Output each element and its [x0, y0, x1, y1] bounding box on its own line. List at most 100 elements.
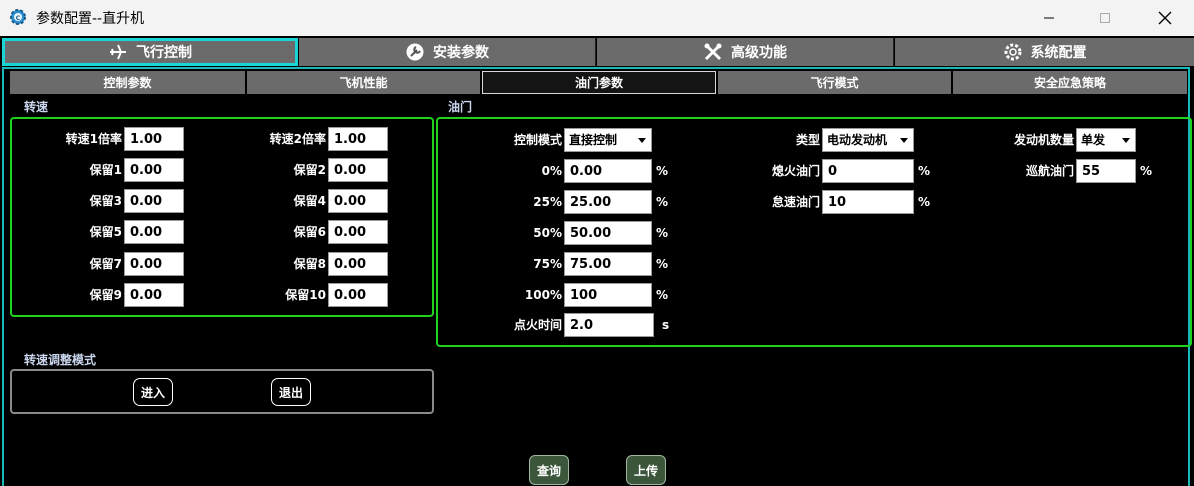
curve-50-unit: % [656, 226, 669, 240]
flameout-throttle-label: 熄火油门 [771, 164, 820, 178]
reserve7-label: 保留7 [89, 257, 122, 271]
tab-label: 高级功能 [731, 45, 787, 61]
cruise-throttle-label: 巡航油门 [1025, 164, 1074, 178]
control-mode-select[interactable]: 直接控制 [564, 128, 652, 152]
control-mode-value: 直接控制 [569, 133, 618, 147]
flameout-throttle-input[interactable] [822, 159, 914, 183]
tab-flight-control[interactable]: 飞行控制 [2, 38, 298, 66]
curve-75-unit: % [656, 257, 669, 271]
speed1-ratio-label: 转速1倍率 [65, 132, 122, 146]
subtab-safety-strategy[interactable]: 安全应急策略 [953, 71, 1187, 94]
speed-adjust-group: 进入 退出 [10, 369, 434, 414]
main-area: 飞行控制 安装参数 高级功能 系统配置 控制参数 飞机性能 油门参数 飞行模式 … [0, 36, 1194, 486]
subtab-aircraft-performance[interactable]: 飞机性能 [247, 71, 480, 94]
app-gear-icon: C [8, 7, 28, 27]
chevron-down-icon [1122, 138, 1130, 143]
curve-50-input[interactable] [564, 221, 652, 245]
reserve8-label: 保留8 [293, 257, 326, 271]
curve-0-unit: % [656, 164, 669, 178]
throttle-title: 油门 [448, 100, 473, 114]
tab-advanced[interactable]: 高级功能 [597, 38, 894, 66]
reserve9-label: 保留9 [89, 288, 122, 302]
maximize-button[interactable] [1082, 0, 1128, 36]
minimize-icon [1044, 17, 1054, 19]
reserve2-input[interactable] [328, 158, 388, 182]
reserve3-label: 保留3 [89, 194, 122, 208]
rotor-speed-title: 转速 [24, 100, 49, 114]
reserve4-input[interactable] [328, 189, 388, 213]
curve-100-input[interactable] [564, 283, 652, 307]
reserve1-label: 保留1 [89, 163, 122, 177]
subtab-throttle-params[interactable]: 油门参数 [482, 71, 716, 94]
maximize-icon [1100, 13, 1110, 23]
upload-button[interactable]: 上传 [626, 455, 666, 485]
reserve1-input[interactable] [124, 158, 184, 182]
reserve2-label: 保留2 [293, 163, 326, 177]
curve-50-label: 50% [533, 226, 562, 240]
ignition-time-input[interactable] [564, 313, 654, 337]
engine-type-label: 类型 [795, 133, 820, 147]
idle-throttle-unit: % [918, 195, 931, 209]
close-icon [1158, 11, 1172, 25]
curve-75-input[interactable] [564, 252, 652, 276]
curve-25-unit: % [656, 195, 669, 209]
reserve6-label: 保留6 [293, 225, 326, 239]
reserve5-input[interactable] [124, 220, 184, 244]
rotor-speed-group: 转速1倍率 保留1 保留3 保留5 保留7 保留9 转速2倍率 保留2 保留4 … [10, 117, 434, 317]
curve-75-label: 75% [533, 257, 562, 271]
curve-25-input[interactable] [564, 190, 652, 214]
reserve5-label: 保留5 [89, 225, 122, 239]
reserve10-label: 保留10 [285, 288, 326, 302]
ignition-time-label: 点火时间 [513, 318, 562, 332]
engine-type-select[interactable]: 电动发动机 [822, 128, 914, 152]
subtab-flight-modes[interactable]: 飞行模式 [718, 71, 951, 94]
close-button[interactable] [1142, 0, 1188, 36]
svg-text:C: C [16, 15, 21, 22]
reserve4-label: 保留4 [293, 194, 326, 208]
throttle-group: 控制模式 直接控制 0% % 25% % 50% % 75% % 100% % … [436, 117, 1192, 347]
airplane-icon [108, 43, 128, 61]
tab-system-config[interactable]: 系统配置 [895, 38, 1194, 66]
speed2-ratio-label: 转速2倍率 [269, 132, 326, 146]
tab-label: 飞行控制 [136, 45, 192, 61]
curve-0-input[interactable] [564, 159, 652, 183]
subtab-label: 控制参数 [103, 76, 152, 90]
reserve3-input[interactable] [124, 189, 184, 213]
wrench-circle-icon [405, 42, 425, 62]
engine-type-value: 电动发动机 [827, 133, 888, 147]
tab-label: 安装参数 [433, 45, 489, 61]
subtab-control-params[interactable]: 控制参数 [10, 71, 245, 94]
gear-icon [1003, 42, 1023, 62]
curve-25-label: 25% [533, 195, 562, 209]
flight-control-panel: 控制参数 飞机性能 油门参数 飞行模式 安全应急策略 转速 转速1倍率 保留1 … [2, 67, 1192, 486]
reserve8-input[interactable] [328, 252, 388, 276]
idle-throttle-label: 怠速油门 [771, 195, 820, 209]
reserve9-input[interactable] [124, 283, 184, 307]
subtab-label: 安全应急策略 [1033, 76, 1106, 90]
speed2-ratio-input[interactable] [328, 127, 388, 151]
query-button[interactable]: 查询 [529, 455, 569, 485]
chevron-down-icon [638, 138, 646, 143]
reserve10-input[interactable] [328, 283, 388, 307]
top-tab-bar: 飞行控制 安装参数 高级功能 系统配置 [2, 38, 1194, 66]
minimize-button[interactable] [1026, 0, 1072, 36]
exit-button[interactable]: 退出 [271, 378, 311, 406]
speed-adjust-title: 转速调整模式 [24, 353, 97, 367]
subtab-label: 飞机性能 [339, 76, 388, 90]
engine-count-label: 发动机数量 [1013, 133, 1074, 147]
engine-count-select[interactable]: 单发 [1076, 128, 1136, 152]
enter-button[interactable]: 进入 [133, 378, 173, 406]
tools-icon [703, 42, 723, 62]
flameout-throttle-unit: % [918, 164, 931, 178]
subtab-label: 油门参数 [574, 76, 623, 90]
cruise-throttle-input[interactable] [1076, 159, 1136, 183]
engine-count-value: 单发 [1081, 133, 1106, 147]
speed1-ratio-input[interactable] [124, 127, 184, 151]
idle-throttle-input[interactable] [822, 190, 914, 214]
chevron-down-icon [900, 138, 908, 143]
reserve7-input[interactable] [124, 252, 184, 276]
reserve6-input[interactable] [328, 220, 388, 244]
cruise-throttle-unit: % [1140, 164, 1153, 178]
curve-0-label: 0% [541, 164, 562, 178]
tab-install-params[interactable]: 安装参数 [299, 38, 596, 66]
